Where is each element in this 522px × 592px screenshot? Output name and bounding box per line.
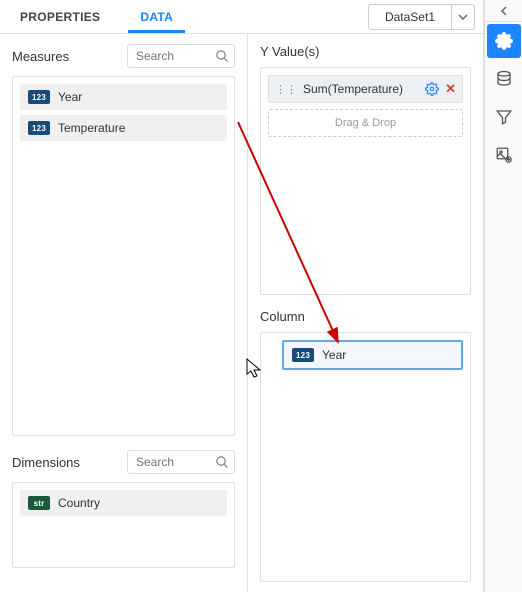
field-label: Country	[58, 496, 100, 510]
left-pane: Measures 123 Year 123 Tem	[0, 34, 248, 592]
tab-properties[interactable]: PROPERTIES	[0, 0, 120, 33]
data-icon[interactable]	[487, 62, 521, 96]
yvalues-dropzone[interactable]: ⋮⋮ Sum(Temperature) ✕ Drag & Drop	[260, 67, 471, 295]
search-icon	[215, 49, 229, 68]
dataset-value: DataSet1	[369, 5, 452, 29]
tab-data[interactable]: DATA	[120, 0, 193, 33]
filter-icon[interactable]	[487, 100, 521, 134]
chip-label: Year	[322, 348, 346, 362]
right-sidebar	[484, 0, 522, 592]
close-icon[interactable]: ✕	[445, 81, 456, 97]
numeric-type-icon: 123	[28, 121, 50, 135]
field-country[interactable]: str Country	[20, 490, 227, 516]
top-bar: PROPERTIES DATA DataSet1	[0, 0, 483, 34]
settings-icon[interactable]	[487, 24, 521, 58]
y-chip-temperature[interactable]: ⋮⋮ Sum(Temperature) ✕	[268, 75, 463, 103]
yvalues-label: Y Value(s)	[260, 44, 471, 59]
column-chip-year[interactable]: 123 Year	[282, 340, 463, 370]
measures-label: Measures	[12, 49, 121, 64]
drag-handle-icon[interactable]: ⋮⋮	[275, 83, 297, 96]
drag-drop-placeholder[interactable]: Drag & Drop	[268, 109, 463, 137]
chevron-down-icon[interactable]	[452, 5, 474, 29]
image-settings-icon[interactable]	[487, 138, 521, 172]
numeric-type-icon: 123	[28, 90, 50, 104]
column-label: Column	[260, 309, 471, 324]
measures-list: 123 Year 123 Temperature	[12, 76, 235, 436]
dimensions-label: Dimensions	[12, 455, 121, 470]
column-dropzone[interactable]: 123 Year	[260, 332, 471, 582]
gear-icon[interactable]	[425, 82, 439, 96]
dimensions-list: str Country	[12, 482, 235, 568]
field-year[interactable]: 123 Year	[20, 84, 227, 110]
field-label: Temperature	[58, 121, 125, 135]
string-type-icon: str	[28, 496, 50, 510]
dimensions-search[interactable]	[127, 450, 235, 474]
tabs: PROPERTIES DATA	[0, 0, 193, 33]
search-icon	[215, 455, 229, 474]
dataset-selector[interactable]: DataSet1	[368, 4, 475, 30]
right-pane: Y Value(s) ⋮⋮ Sum(Temperature) ✕ Drag & …	[248, 34, 483, 592]
expand-icon[interactable]	[485, 0, 522, 22]
numeric-type-icon: 123	[292, 348, 314, 362]
measures-search[interactable]	[127, 44, 235, 68]
field-label: Year	[58, 90, 82, 104]
chip-label: Sum(Temperature)	[303, 82, 419, 96]
field-temperature[interactable]: 123 Temperature	[20, 115, 227, 141]
